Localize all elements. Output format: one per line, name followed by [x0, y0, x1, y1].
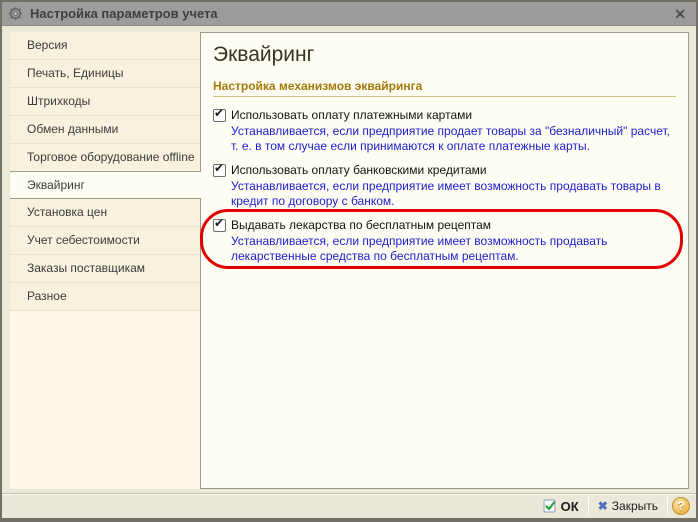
settings-panel: Эквайринг Настройка механизмов эквайринг…: [200, 32, 689, 489]
help-button[interactable]: ?: [672, 497, 690, 515]
titlebar: Настройка параметров учета ✕: [2, 2, 696, 26]
checkbox-row[interactable]: ✔ Использовать оплату банковскими кредит…: [213, 162, 676, 178]
option-free-prescriptions[interactable]: ✔ Выдавать лекарства по бесплатным рецеп…: [213, 217, 676, 264]
sidebar-item-obmen-dannymi[interactable]: Обмен данными: [10, 116, 200, 144]
sidebar-item-torgovoe-oborudovanie[interactable]: Торговое оборудование offline: [10, 144, 200, 172]
sidebar-filler: [10, 311, 200, 489]
checkbox-row[interactable]: ✔ Использовать оплату платежными картами: [213, 107, 676, 123]
sidebar-item-zakazy-postavshchikam[interactable]: Заказы поставщикам: [10, 255, 200, 283]
checkbox[interactable]: ✔: [213, 164, 226, 177]
section-header: Настройка механизмов эквайринга: [213, 79, 676, 97]
dialog-body: Версия Печать, Единицы Штрихкоды Обмен д…: [10, 32, 689, 489]
checkbox[interactable]: ✔: [213, 219, 226, 232]
ok-button[interactable]: ОК: [538, 497, 584, 516]
checkbox-label: Выдавать лекарства по бесплатным рецепта…: [231, 218, 491, 232]
sidebar-item-shtrihkody[interactable]: Штрихкоды: [10, 88, 200, 116]
option-description: Устанавливается, если предприятие имеет …: [231, 234, 676, 264]
sidebar-item-uchet-sebestoimosti[interactable]: Учет себестоимости: [10, 227, 200, 255]
button-bar: ОК ✖ Закрыть ?: [2, 493, 696, 518]
page-title: Эквайринг: [213, 43, 676, 67]
window-title: Настройка параметров учета: [30, 6, 672, 21]
option-description: Устанавливается, если предприятие имеет …: [231, 179, 676, 209]
sidebar-item-ustanovka-tsen[interactable]: Установка цен: [10, 199, 200, 227]
checkbox[interactable]: ✔: [213, 109, 226, 122]
checkbox-label: Использовать оплату платежными картами: [231, 108, 472, 122]
separator: [588, 497, 589, 515]
ok-check-icon: [543, 499, 557, 513]
close-label: Закрыть: [612, 499, 658, 513]
sidebar: Версия Печать, Единицы Штрихкоды Обмен д…: [10, 32, 200, 489]
option-payment-cards[interactable]: ✔ Использовать оплату платежными картами…: [213, 107, 676, 154]
close-icon[interactable]: ✕: [672, 7, 688, 21]
check-icon: ✔: [214, 217, 224, 230]
sidebar-item-versiya[interactable]: Версия: [10, 32, 200, 60]
option-bank-credits[interactable]: ✔ Использовать оплату банковскими кредит…: [213, 162, 676, 209]
check-icon: ✔: [214, 107, 224, 120]
sidebar-item-raznoe[interactable]: Разное: [10, 283, 200, 311]
close-x-icon: ✖: [598, 500, 608, 512]
checkbox-label: Использовать оплату банковскими кредитам…: [231, 163, 487, 177]
checkbox-row[interactable]: ✔ Выдавать лекарства по бесплатным рецеп…: [213, 217, 676, 233]
sidebar-item-ekvayring[interactable]: Эквайринг: [10, 171, 201, 199]
check-icon: ✔: [214, 162, 224, 175]
sidebar-item-pechat-edinitsy[interactable]: Печать, Единицы: [10, 60, 200, 88]
close-button[interactable]: ✖ Закрыть: [593, 497, 663, 515]
ok-label: ОК: [561, 499, 579, 514]
separator: [667, 497, 668, 515]
option-description: Устанавливается, если предприятие продае…: [231, 124, 676, 154]
gear-icon: [8, 6, 23, 21]
settings-window: Настройка параметров учета ✕ Версия Печа…: [0, 0, 698, 522]
